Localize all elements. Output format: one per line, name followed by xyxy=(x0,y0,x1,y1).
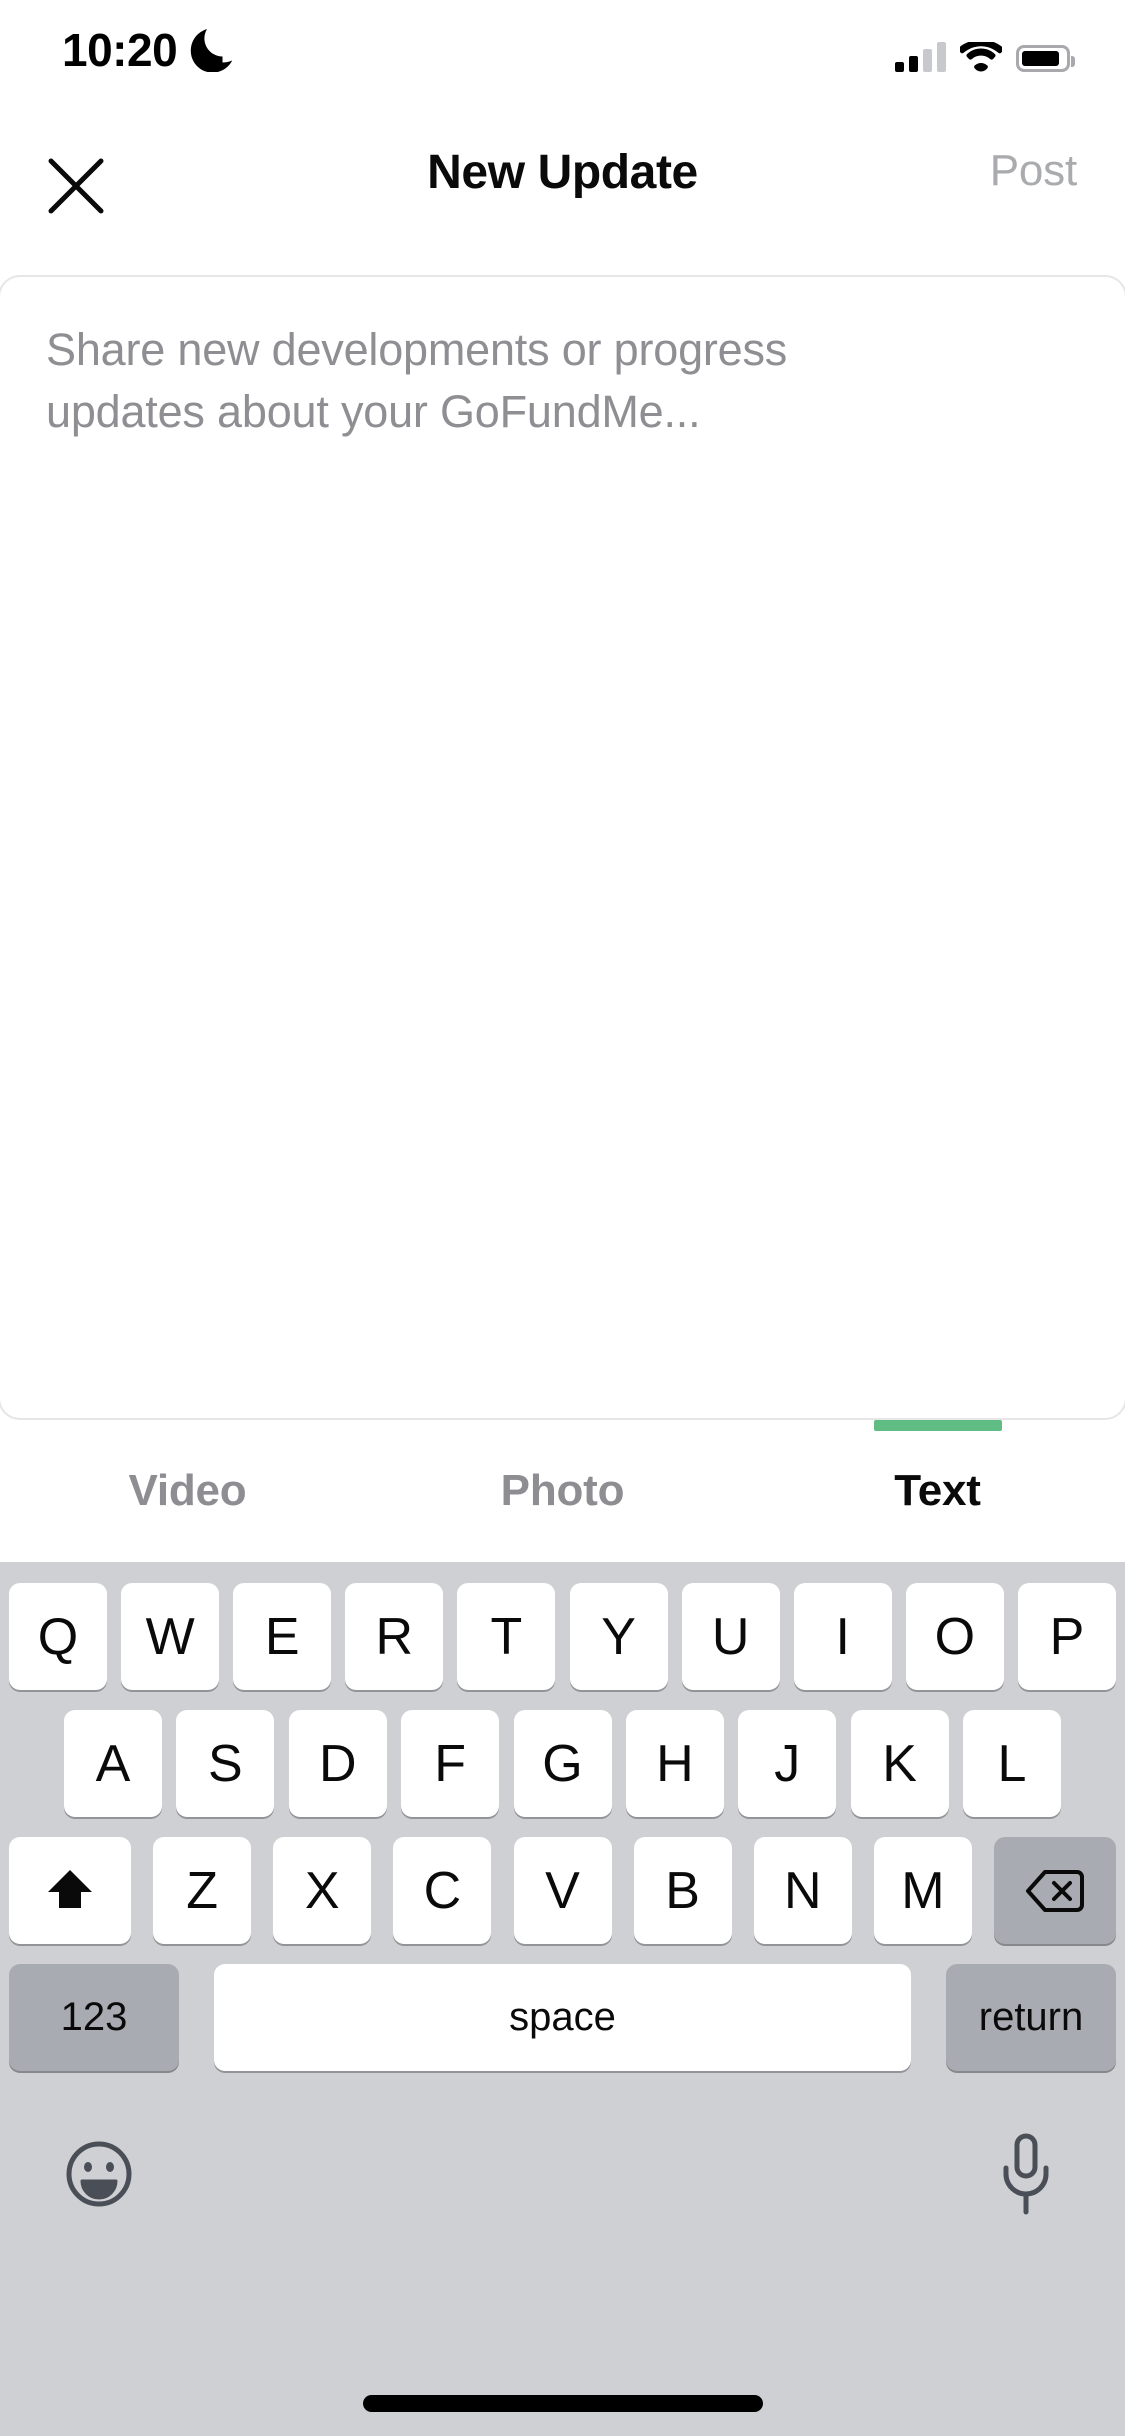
post-button[interactable]: Post xyxy=(990,138,1077,233)
key-i[interactable]: I xyxy=(793,1583,892,1690)
tab-indicator-photo xyxy=(499,1420,627,1431)
microphone-icon xyxy=(1003,2133,1049,2215)
shift-arrow-up-icon xyxy=(48,1869,92,1908)
key-f[interactable]: F xyxy=(401,1710,500,1817)
battery-icon xyxy=(1016,45,1075,72)
battery-fill xyxy=(1022,51,1059,66)
emoji-smiley-icon xyxy=(66,2141,132,2207)
key-o[interactable]: O xyxy=(905,1583,1004,1690)
backspace-key[interactable] xyxy=(994,1837,1116,1944)
home-indicator-bar[interactable] xyxy=(362,2395,763,2412)
keyboard-row-3: Z X C V B N M xyxy=(0,1837,1125,1944)
key-h[interactable]: H xyxy=(625,1710,724,1817)
tab-indicator-text xyxy=(873,1420,1002,1431)
crescent-moon-icon xyxy=(190,29,232,72)
key-r[interactable]: R xyxy=(345,1583,444,1690)
status-bar: 10:20 xyxy=(0,0,1125,100)
tab-indicator-video xyxy=(124,1420,252,1431)
key-j[interactable]: J xyxy=(738,1710,837,1817)
key-e[interactable]: E xyxy=(233,1583,332,1690)
key-m[interactable]: M xyxy=(873,1837,972,1944)
update-text-input-placeholder[interactable]: Share new developments or progress updat… xyxy=(46,319,866,443)
page-title: New Update xyxy=(427,146,698,199)
tab-video[interactable]: Video xyxy=(0,1420,375,1562)
key-x[interactable]: X xyxy=(273,1837,372,1944)
tab-photo[interactable]: Photo xyxy=(375,1420,750,1562)
key-b[interactable]: B xyxy=(633,1837,732,1944)
key-a[interactable]: A xyxy=(64,1710,162,1817)
tab-video-label: Video xyxy=(128,1466,247,1515)
return-key[interactable]: return xyxy=(946,1964,1116,2071)
key-k[interactable]: K xyxy=(850,1710,949,1817)
composer-mode-tabs: Video Photo Text xyxy=(0,1420,1125,1562)
key-t[interactable]: T xyxy=(457,1583,556,1690)
status-bar-indicators xyxy=(895,28,1075,72)
keyboard-row-4: 123 space return xyxy=(0,1964,1125,2071)
phone-screen: 10:20 New Update Post Share new developm… xyxy=(0,0,1125,2436)
key-d[interactable]: D xyxy=(288,1710,387,1817)
emoji-key[interactable] xyxy=(54,2129,144,2219)
keyboard-row-2: A S D F G H J K L xyxy=(0,1710,1125,1817)
keyboard-row-1: Q W E R T Y U I O P xyxy=(0,1583,1125,1690)
key-p[interactable]: P xyxy=(1017,1583,1116,1690)
wifi-icon xyxy=(960,42,1002,72)
key-w[interactable]: W xyxy=(121,1583,220,1690)
key-l[interactable]: L xyxy=(963,1710,1061,1817)
key-u[interactable]: U xyxy=(681,1583,780,1690)
key-q[interactable]: Q xyxy=(9,1583,107,1690)
keyboard-toolbar xyxy=(0,2099,1125,2249)
tab-text[interactable]: Text xyxy=(750,1420,1125,1562)
cellular-signal-icon xyxy=(895,42,946,72)
tab-text-label: Text xyxy=(894,1466,981,1515)
dictation-key[interactable] xyxy=(981,2129,1071,2219)
space-key[interactable]: space xyxy=(214,1964,911,2071)
key-n[interactable]: N xyxy=(753,1837,852,1944)
key-z[interactable]: Z xyxy=(153,1837,252,1944)
tab-photo-label: Photo xyxy=(500,1466,625,1515)
navigation-bar: New Update Post xyxy=(0,100,1125,275)
shift-key[interactable] xyxy=(9,1837,131,1944)
key-c[interactable]: C xyxy=(393,1837,492,1944)
key-g[interactable]: G xyxy=(513,1710,612,1817)
key-s[interactable]: S xyxy=(176,1710,275,1817)
numeric-mode-key[interactable]: 123 xyxy=(9,1964,179,2071)
backspace-delete-icon xyxy=(1026,1869,1084,1912)
status-bar-time: 10:20 xyxy=(62,24,178,76)
key-v[interactable]: V xyxy=(513,1837,612,1944)
on-screen-keyboard: Q W E R T Y U I O P A S D F G H J K L Z … xyxy=(0,1562,1125,2436)
composer-card[interactable]: Share new developments or progress updat… xyxy=(0,275,1125,1420)
key-y[interactable]: Y xyxy=(569,1583,668,1690)
